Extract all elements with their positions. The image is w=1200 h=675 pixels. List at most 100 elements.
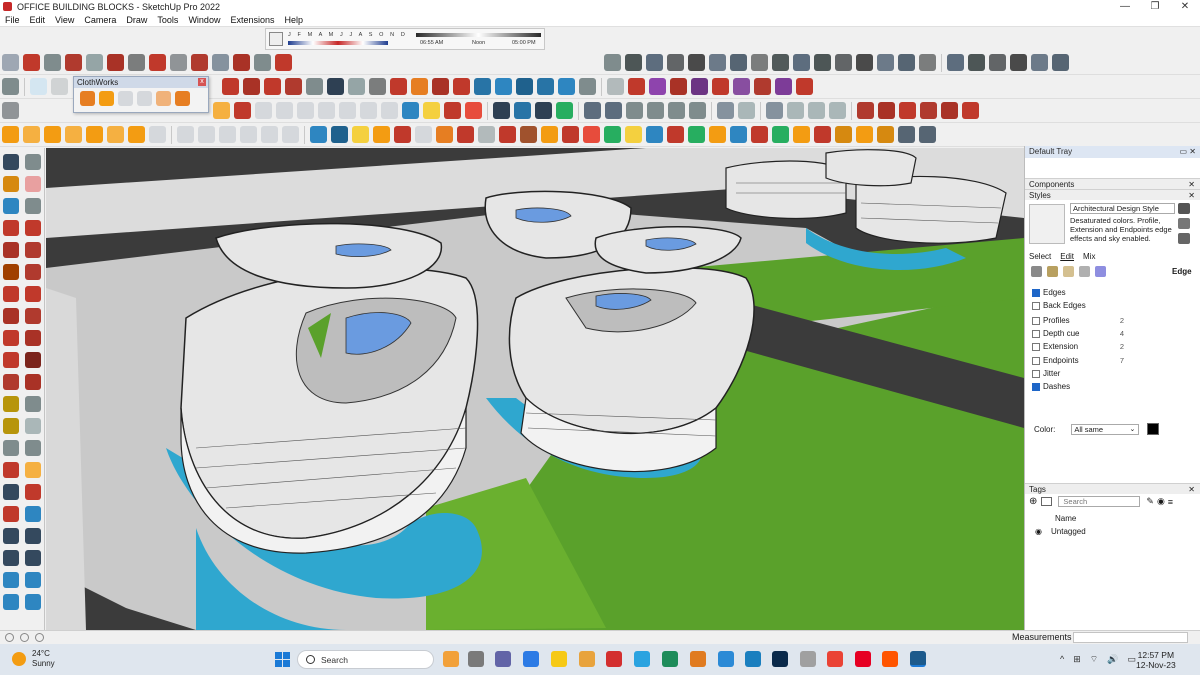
tool-icon[interactable] — [584, 102, 601, 119]
paint-bucket-icon[interactable] — [3, 176, 19, 192]
tool-icon[interactable] — [877, 54, 894, 71]
menu-file[interactable]: File — [0, 15, 25, 25]
tool-icon[interactable] — [453, 78, 470, 95]
scale-icon[interactable] — [3, 374, 19, 390]
text-icon[interactable] — [25, 418, 41, 434]
tool-icon[interactable] — [989, 54, 1006, 71]
network-icon[interactable]: ⊞ — [1073, 654, 1081, 665]
tool-icon[interactable] — [738, 102, 755, 119]
move-icon[interactable] — [3, 330, 19, 346]
tool-icon[interactable] — [213, 102, 230, 119]
protractor-icon[interactable] — [3, 418, 19, 434]
depth-cue-checkbox[interactable] — [1032, 329, 1040, 338]
tool-icon[interactable] — [436, 126, 453, 143]
tool-icon[interactable] — [835, 126, 852, 143]
tool-icon[interactable] — [733, 78, 750, 95]
zoom-icon[interactable] — [3, 484, 19, 500]
option-value[interactable]: 2 — [1120, 316, 1124, 325]
close-button[interactable]: ✕ — [1170, 0, 1200, 13]
tray-title-bar[interactable]: Default Tray ▭ ✕ — [1025, 146, 1200, 158]
select-arrow-icon[interactable] — [30, 78, 47, 95]
tool-icon[interactable] — [878, 102, 895, 119]
sketchup-app-icon[interactable] — [910, 651, 926, 667]
tool-icon[interactable] — [919, 126, 936, 143]
tool-icon[interactable] — [297, 102, 314, 119]
option-dashes[interactable]: Dashes — [1032, 382, 1124, 391]
tool-icon[interactable] — [149, 126, 166, 143]
tool-icon[interactable] — [556, 102, 573, 119]
update-style-icon[interactable] — [1178, 203, 1190, 214]
tool-icon[interactable] — [254, 54, 271, 71]
edge-color-swatch[interactable] — [1147, 423, 1160, 435]
menu-window[interactable]: Window — [183, 15, 225, 25]
color-by-tag-icon[interactable]: ◉ — [1157, 496, 1165, 507]
tool-icon[interactable] — [709, 54, 726, 71]
tool-icon[interactable] — [772, 126, 789, 143]
tool-icon[interactable] — [25, 198, 41, 214]
tool-icon[interactable] — [793, 126, 810, 143]
tool-icon[interactable] — [352, 126, 369, 143]
app-icon[interactable] — [634, 651, 650, 667]
tool-icon[interactable] — [499, 126, 516, 143]
tool-icon[interactable] — [691, 78, 708, 95]
tool-icon[interactable] — [626, 102, 643, 119]
tool-icon[interactable] — [814, 126, 831, 143]
tag-tool-icon[interactable]: ✎ — [1146, 496, 1154, 507]
menu-edit[interactable]: Edit — [25, 15, 51, 25]
tool-icon[interactable] — [717, 102, 734, 119]
rewind-icon[interactable] — [80, 91, 95, 106]
tool-icon[interactable] — [898, 126, 915, 143]
freehand-icon[interactable] — [25, 220, 41, 236]
tool-icon[interactable] — [415, 126, 432, 143]
option-value[interactable]: 7 — [1120, 356, 1124, 365]
tool-icon[interactable] — [649, 78, 666, 95]
option-endpoints[interactable]: Endpoints 7 — [1032, 356, 1124, 365]
tool-icon[interactable] — [23, 54, 40, 71]
tool-icon[interactable] — [754, 78, 771, 95]
tags-name-column[interactable]: Name — [1055, 514, 1076, 523]
position-camera-icon[interactable] — [3, 528, 19, 544]
styles-panel-header[interactable]: Styles ✕ — [1025, 189, 1200, 200]
tool-icon[interactable] — [808, 102, 825, 119]
tool-icon[interactable] — [373, 126, 390, 143]
tool-icon[interactable] — [688, 126, 705, 143]
orbit-icon[interactable] — [3, 462, 19, 478]
rotated-rectangle-icon[interactable] — [25, 242, 41, 258]
app-icon[interactable] — [855, 651, 871, 667]
tool-icon[interactable] — [537, 78, 554, 95]
app-icon[interactable] — [772, 651, 788, 667]
walk-icon[interactable] — [3, 550, 19, 566]
tool-icon[interactable] — [156, 91, 171, 106]
tool-icon[interactable] — [493, 102, 510, 119]
tool-icon[interactable] — [688, 54, 705, 71]
tool-icon[interactable] — [44, 54, 61, 71]
circle-icon[interactable] — [3, 264, 19, 280]
rectangle-icon[interactable] — [3, 242, 19, 258]
follow-me-icon[interactable] — [25, 352, 41, 368]
tool-icon[interactable] — [793, 54, 810, 71]
style-thumbnail[interactable] — [1029, 204, 1065, 244]
tool-icon[interactable] — [857, 102, 874, 119]
pie-icon[interactable] — [25, 308, 41, 324]
reset-icon[interactable] — [137, 91, 152, 106]
tool-icon[interactable] — [310, 126, 327, 143]
tool-icon[interactable] — [941, 102, 958, 119]
tool-icon[interactable] — [604, 126, 621, 143]
tool-icon[interactable] — [920, 102, 937, 119]
tool-icon[interactable] — [327, 78, 344, 95]
date-slider[interactable] — [288, 41, 388, 45]
tool-icon[interactable] — [625, 54, 642, 71]
tool-icon[interactable] — [919, 54, 936, 71]
start-icon[interactable] — [275, 652, 290, 667]
tool-icon[interactable] — [222, 78, 239, 95]
tool-icon[interactable] — [306, 78, 323, 95]
tool-icon[interactable] — [562, 126, 579, 143]
tool-icon[interactable] — [198, 126, 215, 143]
tool-icon[interactable] — [128, 54, 145, 71]
option-jitter[interactable]: Jitter — [1032, 369, 1124, 378]
tool-icon[interactable] — [535, 102, 552, 119]
tab-select[interactable]: Select — [1029, 252, 1051, 261]
zoom-window-icon[interactable] — [25, 484, 41, 500]
components-panel-header[interactable]: Components ✕ — [1025, 178, 1200, 189]
menu-view[interactable]: View — [50, 15, 79, 25]
